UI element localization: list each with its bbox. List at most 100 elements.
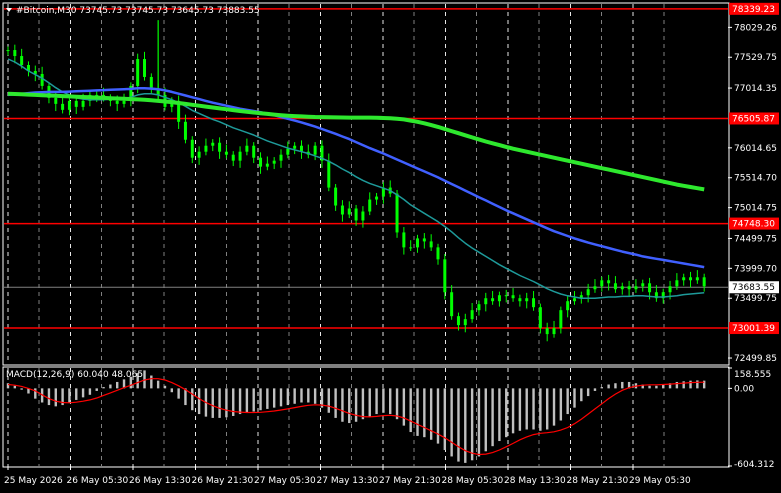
candle-body: [443, 259, 447, 293]
macd-bar: [423, 388, 426, 438]
candle-body: [122, 100, 126, 104]
macd-bar: [177, 388, 180, 399]
macd-bar: [580, 388, 583, 402]
time-axis: 25 May 2026 26 May 05:30 26 May 13:30 26 Ma…: [4, 466, 691, 486]
macd-bar: [218, 388, 221, 418]
macd-bar: [545, 388, 549, 430]
candle-body: [511, 295, 515, 299]
candle-body: [190, 139, 194, 158]
macd-bar: [272, 388, 276, 408]
candle-body: [613, 283, 617, 290]
candle-body: [675, 280, 679, 287]
time-tick-label: 27 May 05:30: [254, 476, 316, 486]
chart-window[interactable]: 78339.23 76505.87 74748.30 73001.39 73683.55…: [0, 0, 781, 489]
macd-bar: [525, 388, 528, 430]
candle-body: [552, 328, 556, 335]
candle-body: [259, 157, 263, 167]
current-price-label: 73683.55: [732, 283, 775, 293]
macd-bar: [429, 388, 433, 440]
macd-bar: [266, 388, 269, 409]
macd-bar: [20, 388, 23, 390]
candle-body: [525, 298, 529, 302]
candle-body: [143, 59, 147, 77]
candle-body: [559, 310, 563, 329]
macd-bar: [102, 387, 105, 389]
chart-menu-triangle-icon[interactable]: [6, 8, 12, 12]
time-tick-label: 26 May 13:30: [129, 476, 191, 486]
level-label: 78339.23: [732, 5, 775, 15]
macd-bar: [586, 388, 590, 397]
candle-body: [491, 298, 495, 302]
horizontal-levels[interactable]: 78339.23 76505.87 74748.30 73001.39 73683.55: [4, 2, 779, 335]
price-tick-label: 77529.75: [734, 53, 777, 63]
candle-body: [74, 100, 78, 107]
candle-body: [238, 151, 242, 161]
price-tick-label: 75514.70: [734, 174, 777, 184]
time-tick-label: 29 May 05:30: [629, 476, 691, 486]
macd-bar: [150, 375, 153, 389]
candle-body: [607, 280, 611, 284]
candle-body: [327, 160, 331, 188]
macd-label: MACD(12,26,9) 60.040 48.065: [6, 370, 143, 380]
candle-body: [265, 163, 269, 167]
macd-bar: [279, 388, 283, 407]
macd-bar: [648, 385, 651, 389]
candle-body: [409, 247, 413, 249]
macd-bar: [443, 388, 447, 451]
macd-bar: [450, 388, 453, 457]
candle-body: [40, 73, 44, 86]
candle-body: [695, 277, 699, 281]
macd-bar: [34, 388, 37, 399]
macd-bar: [402, 388, 406, 426]
price-chart[interactable]: 78339.23 76505.87 74748.30 73001.39 73683.55…: [0, 0, 781, 489]
candle-body: [340, 205, 344, 215]
candle-body: [6, 50, 10, 52]
candle-body: [402, 232, 406, 248]
candle-body: [368, 199, 372, 212]
candle-body: [648, 283, 652, 293]
candle-body: [313, 145, 317, 155]
macd-bar: [54, 388, 57, 407]
candle-body: [566, 301, 570, 311]
macd-bar: [81, 388, 85, 398]
macd-bar: [191, 388, 194, 411]
time-tick-label: 27 May 21:30: [379, 476, 441, 486]
candle-body: [429, 241, 433, 248]
macd-bar: [170, 388, 174, 393]
macd-bar: [116, 381, 119, 389]
macd-bar: [484, 388, 487, 452]
macd-tick-label: -604.312: [734, 460, 774, 470]
macd-bar: [245, 388, 249, 413]
macd-bar: [313, 388, 317, 404]
main-panel-frame: [2, 2, 730, 366]
symbol-header: #Bitcoin,M30 73745.73 73745.73 73645.73 …: [16, 6, 260, 16]
price-tick-label: 73999.70: [734, 264, 777, 274]
macd-bar: [156, 380, 160, 389]
candle-body: [538, 307, 542, 329]
macd-bar: [621, 381, 624, 389]
macd-bar: [348, 388, 351, 424]
macd-bar: [341, 388, 344, 422]
macd-bar: [518, 388, 522, 431]
candle-body: [279, 154, 283, 161]
macd-bar: [689, 380, 692, 389]
moving-averages: [7, 58, 705, 299]
candle-body: [456, 316, 460, 326]
macd-bar: [68, 388, 71, 403]
time-tick-label: 25 May 2026: [4, 476, 63, 486]
macd-bar: [409, 388, 412, 433]
time-tick-label: 26 May 21:30: [192, 476, 254, 486]
candle-body: [422, 238, 426, 242]
macd-bar: [470, 388, 474, 461]
macd-bar: [47, 388, 51, 406]
candle-body: [668, 286, 672, 293]
macd-bar: [532, 388, 535, 430]
candle-body: [245, 145, 249, 152]
candle-body: [354, 208, 358, 221]
candle-body: [293, 145, 297, 149]
candle-body: [361, 211, 365, 221]
candle-body: [627, 286, 631, 290]
macd-bar: [655, 385, 658, 389]
candle-body: [702, 277, 706, 287]
candle-body: [600, 280, 604, 287]
